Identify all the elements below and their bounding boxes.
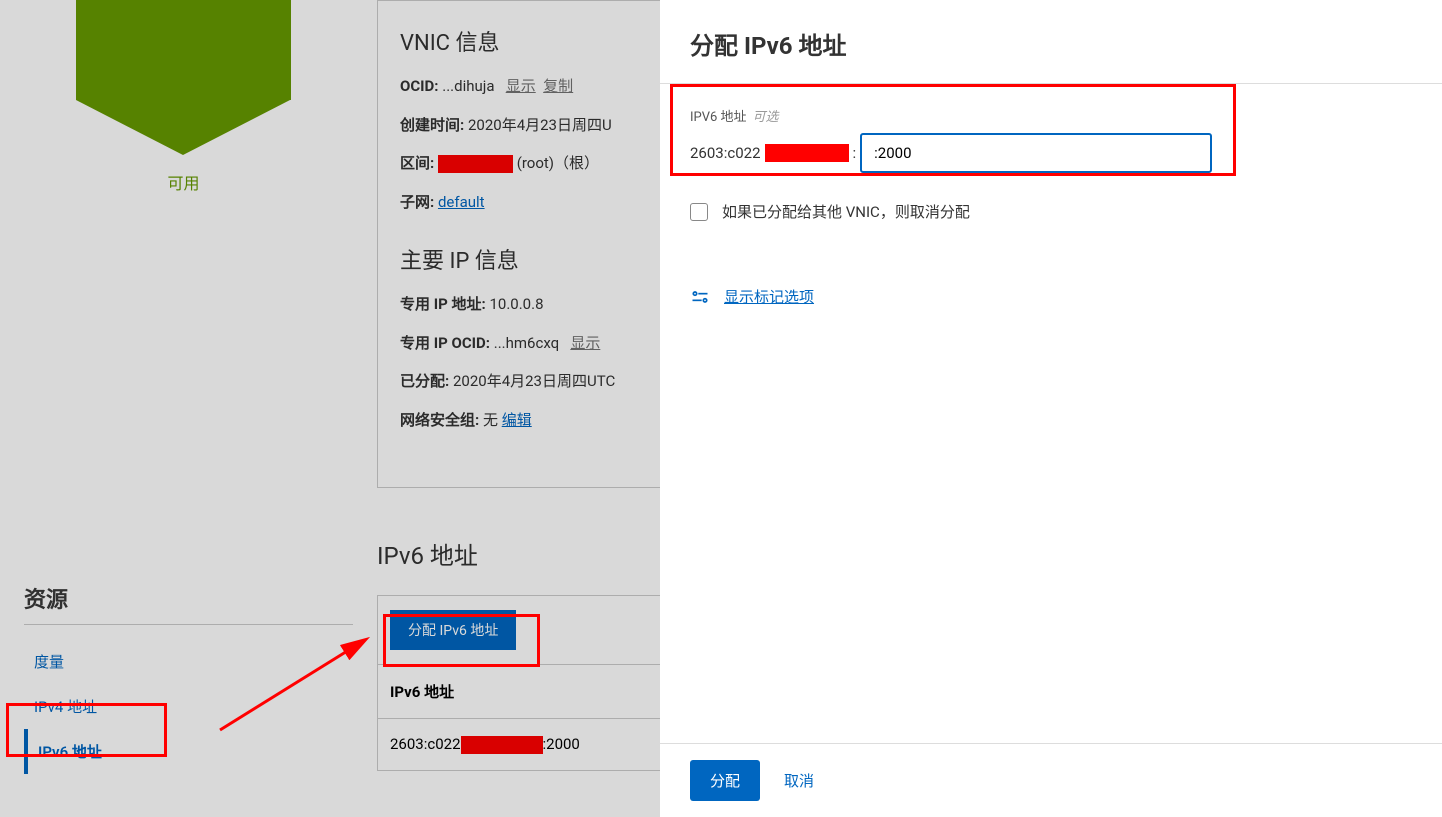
redacted-prefix: [765, 144, 849, 162]
ipv6-input-label: IPV6 地址可选: [690, 106, 1412, 125]
ipv6-prefix: 2603:c022: [690, 144, 761, 162]
assign-ipv6-button[interactable]: 分配 IPv6 地址: [390, 610, 516, 650]
private-ip-value: 10.0.0.8: [489, 295, 543, 313]
assign-ipv6-drawer: 分配 IPv6 地址 IPV6 地址可选 2603:c022: 如果已分配给其他…: [660, 0, 1442, 817]
status-badge: 可用: [167, 170, 199, 194]
assigned-label: 已分配:: [400, 372, 449, 390]
private-ip-label: 专用 IP 地址:: [400, 295, 486, 313]
ipv6-prefix-colon: :: [853, 144, 857, 162]
compartment-label: 区间:: [400, 154, 434, 172]
private-ip-ocid-value: ...hm6cxq: [494, 334, 559, 352]
private-ip-ocid-label: 专用 IP OCID:: [400, 334, 490, 352]
unassign-checkbox[interactable]: [690, 203, 708, 221]
subnet-link[interactable]: default: [438, 193, 485, 211]
show-tags-link[interactable]: 显示标记选项: [690, 286, 1412, 307]
private-ip-ocid-show[interactable]: 显示: [570, 334, 600, 352]
ipv6-row-prefix: 2603:c022: [390, 735, 461, 753]
nsg-edit-link[interactable]: 编辑: [502, 411, 532, 429]
created-value: 2020年4月23日周四U: [468, 116, 612, 134]
settings-icon: [690, 287, 710, 307]
nsg-label: 网络安全组:: [400, 411, 479, 429]
ocid-show-link[interactable]: 显示: [506, 77, 536, 95]
nav-item-ipv4[interactable]: IPv4 地址: [24, 684, 353, 729]
resources-heading: 资源: [24, 582, 353, 614]
redacted-ipv6: [461, 736, 543, 754]
show-tags-label: 显示标记选项: [724, 286, 814, 307]
ipv6-suffix-input[interactable]: [860, 133, 1212, 173]
status-hexagon: [76, 0, 291, 100]
nsg-value: 无: [483, 411, 498, 429]
cancel-button[interactable]: 取消: [784, 770, 814, 791]
created-label: 创建时间:: [400, 116, 464, 134]
ocid-copy-link[interactable]: 复制: [543, 77, 573, 95]
submit-button[interactable]: 分配: [690, 760, 760, 801]
redacted-compartment: [438, 155, 513, 173]
nav-item-metrics[interactable]: 度量: [24, 639, 353, 684]
ocid-label: OCID:: [400, 77, 439, 95]
ocid-value: ...dihuja: [442, 77, 494, 95]
subnet-label: 子网:: [400, 193, 434, 211]
drawer-title: 分配 IPv6 地址: [660, 0, 1442, 83]
assigned-value: 2020年4月23日周四UTC: [453, 372, 615, 390]
ipv6-row-suffix: :2000: [543, 735, 580, 753]
compartment-suffix: (root)（根）: [517, 154, 599, 172]
unassign-checkbox-label: 如果已分配给其他 VNIC，则取消分配: [722, 201, 970, 222]
nav-item-ipv6[interactable]: IPv6 地址: [24, 729, 353, 774]
